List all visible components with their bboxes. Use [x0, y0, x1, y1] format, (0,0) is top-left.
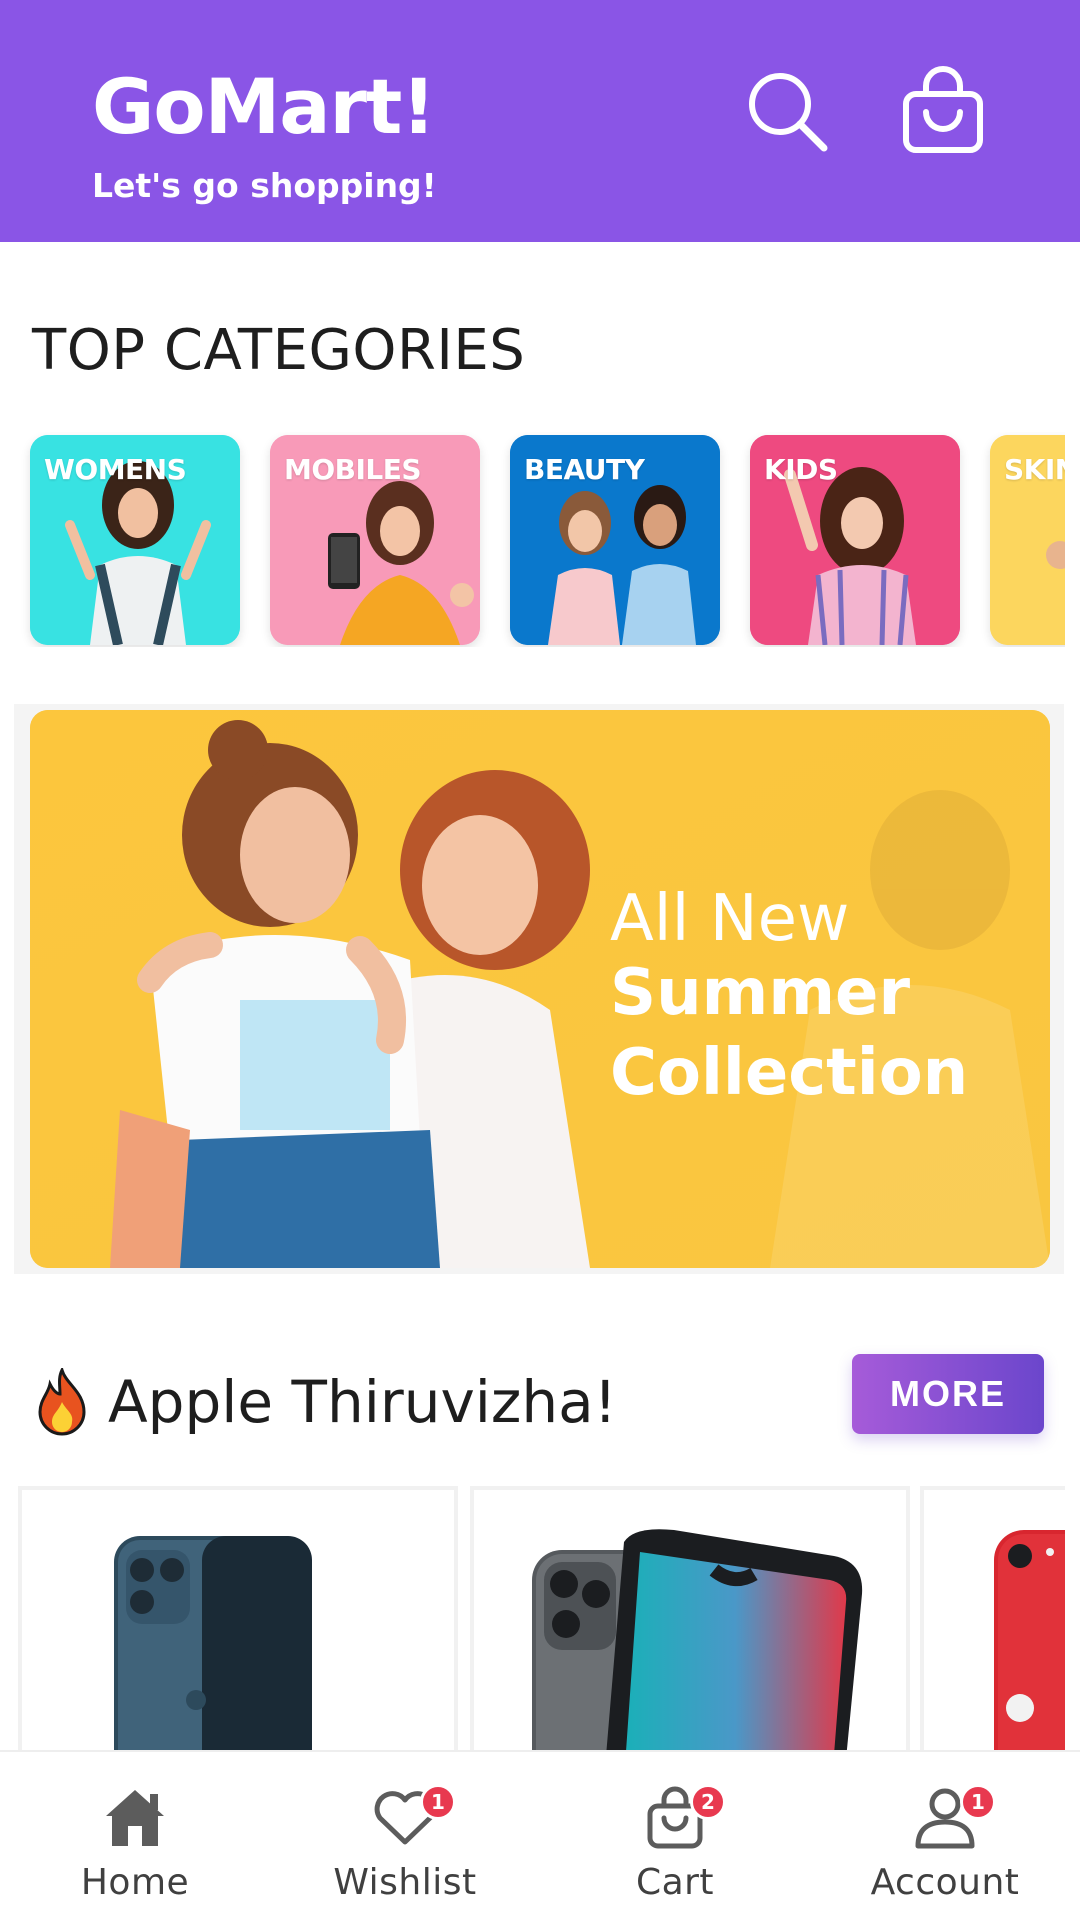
summer-collection-banner[interactable]: All New Summer Collection [30, 710, 1050, 1268]
app-subtitle: Let's go shopping! [92, 166, 437, 205]
product-image [114, 1536, 312, 1750]
category-mobiles[interactable]: MOBILES [270, 435, 480, 645]
nav-label: Cart [635, 1862, 715, 1903]
cart-badge: 2 [690, 1784, 726, 1820]
category-label: MOBILES [284, 453, 422, 486]
category-carousel[interactable]: WOMENS MOBILES BEAUTY KIDS SKIN [0, 432, 1065, 647]
product-image [532, 1529, 863, 1750]
home-icon [100, 1782, 170, 1852]
category-kids[interactable]: KIDS [750, 435, 960, 645]
nav-label: Account [870, 1862, 1020, 1903]
category-label: WOMENS [44, 453, 187, 486]
nav-cart[interactable]: 2 Cart [540, 1752, 810, 1920]
category-skin[interactable]: SKIN [990, 435, 1065, 645]
nav-account[interactable]: 1 Account [810, 1752, 1080, 1920]
nav-home[interactable]: Home [0, 1752, 270, 1920]
category-label: BEAUTY [524, 453, 645, 486]
nav-label: Home [80, 1862, 190, 1903]
product-card[interactable] [920, 1486, 1065, 1750]
deal-section-title: Apple Thiruvizha! [108, 1368, 617, 1436]
wishlist-badge: 1 [420, 1784, 456, 1820]
nav-wishlist[interactable]: 1 Wishlist [270, 1752, 540, 1920]
product-carousel[interactable] [0, 1486, 1065, 1750]
category-beauty[interactable]: BEAUTY [510, 435, 720, 645]
fire-icon [32, 1365, 92, 1438]
app-header: GoMart! Let's go shopping! [0, 0, 1080, 242]
account-badge: 1 [960, 1784, 996, 1820]
category-womens[interactable]: WOMENS [30, 435, 240, 645]
banner-line-3: Collection [610, 1036, 969, 1110]
app-title: GoMart! [92, 62, 436, 151]
banner-line-2: Summer [610, 956, 910, 1030]
bottom-navigation: Home 1 Wishlist 2 Cart 1 Account [0, 1750, 1080, 1920]
banner-line-1: All New [610, 882, 850, 956]
shopping-bag-icon[interactable] [898, 66, 988, 156]
top-categories-title: TOP CATEGORIES [32, 318, 526, 383]
more-button[interactable]: MORE [852, 1354, 1044, 1434]
nav-label: Wishlist [333, 1862, 477, 1903]
product-card[interactable] [18, 1486, 458, 1750]
category-label: KIDS [764, 453, 838, 486]
product-image [994, 1530, 1065, 1750]
category-label: SKIN [1004, 453, 1065, 486]
product-card[interactable] [470, 1486, 910, 1750]
search-icon[interactable] [742, 66, 832, 156]
app-screen: GoMart! Let's go shopping! TOP CATEGORIE… [0, 0, 1080, 1920]
